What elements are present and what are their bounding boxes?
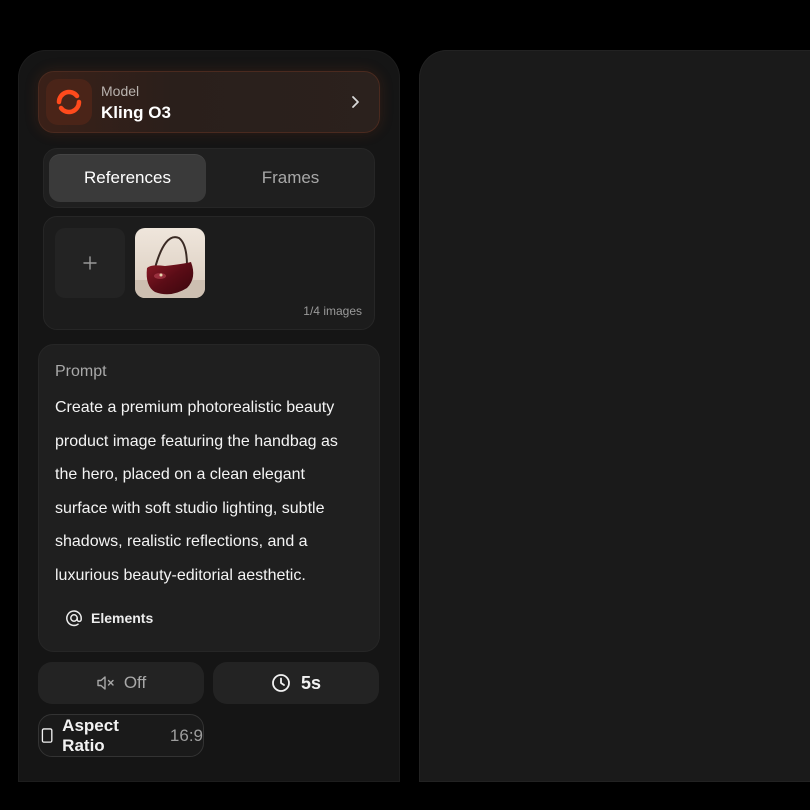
speaker-muted-icon (97, 676, 114, 690)
chevron-right-icon (352, 96, 359, 108)
add-reference-button[interactable] (55, 228, 125, 298)
reference-count: 1/4 images (303, 304, 362, 318)
aspect-ratio-selector[interactable]: Aspect Ratio 16:9 (38, 714, 204, 757)
duration-selector[interactable]: 5s (213, 662, 379, 704)
prompt-line: shadows, realistic reflections, and a (55, 533, 308, 550)
prompt-line: Create a premium photorealistic beauty (55, 399, 335, 416)
prompt-card: Prompt Create a premium photorealistic b… (38, 344, 380, 652)
prompt-line: luxurious beauty-editorial aesthetic. (55, 566, 306, 584)
prompt-label: Prompt (55, 363, 107, 380)
aspect-ratio-icon (41, 727, 53, 743)
at-sign-icon (66, 610, 82, 627)
elements-label: Elements (91, 610, 154, 626)
kling-logo-icon (46, 79, 92, 125)
tab-references[interactable]: References (49, 154, 206, 202)
duration-label: 5s (300, 672, 322, 693)
prompt-input[interactable]: Create a premium photorealistic beauty p… (55, 391, 373, 592)
model-name: Kling O3 (101, 103, 171, 122)
model-label: Model (101, 83, 140, 99)
reference-thumbnail-handbag[interactable] (135, 228, 205, 298)
sound-label: Off (123, 673, 147, 692)
reference-images-box: 1/4 images (43, 216, 375, 330)
prompt-line: product image featuring the handbag as (55, 432, 338, 450)
clock-icon (272, 674, 290, 692)
tab-frames[interactable]: Frames (212, 154, 369, 202)
prompt-line: the hero, placed on a clean elegant (55, 466, 305, 483)
elements-button[interactable]: Elements (55, 603, 153, 633)
model-selector[interactable]: Model Kling O3 (38, 71, 380, 133)
aspect-ratio-value: 16:9 (169, 725, 203, 745)
prompt-line: surface with soft studio lighting, subtl… (55, 499, 325, 517)
sound-toggle[interactable]: Off (38, 662, 204, 704)
plus-icon (83, 256, 97, 270)
handbag-image (135, 228, 205, 298)
preview-canvas (419, 50, 810, 782)
aspect-ratio-label: Aspect Ratio (62, 715, 119, 755)
reference-mode-tabs: References Frames (43, 148, 375, 208)
